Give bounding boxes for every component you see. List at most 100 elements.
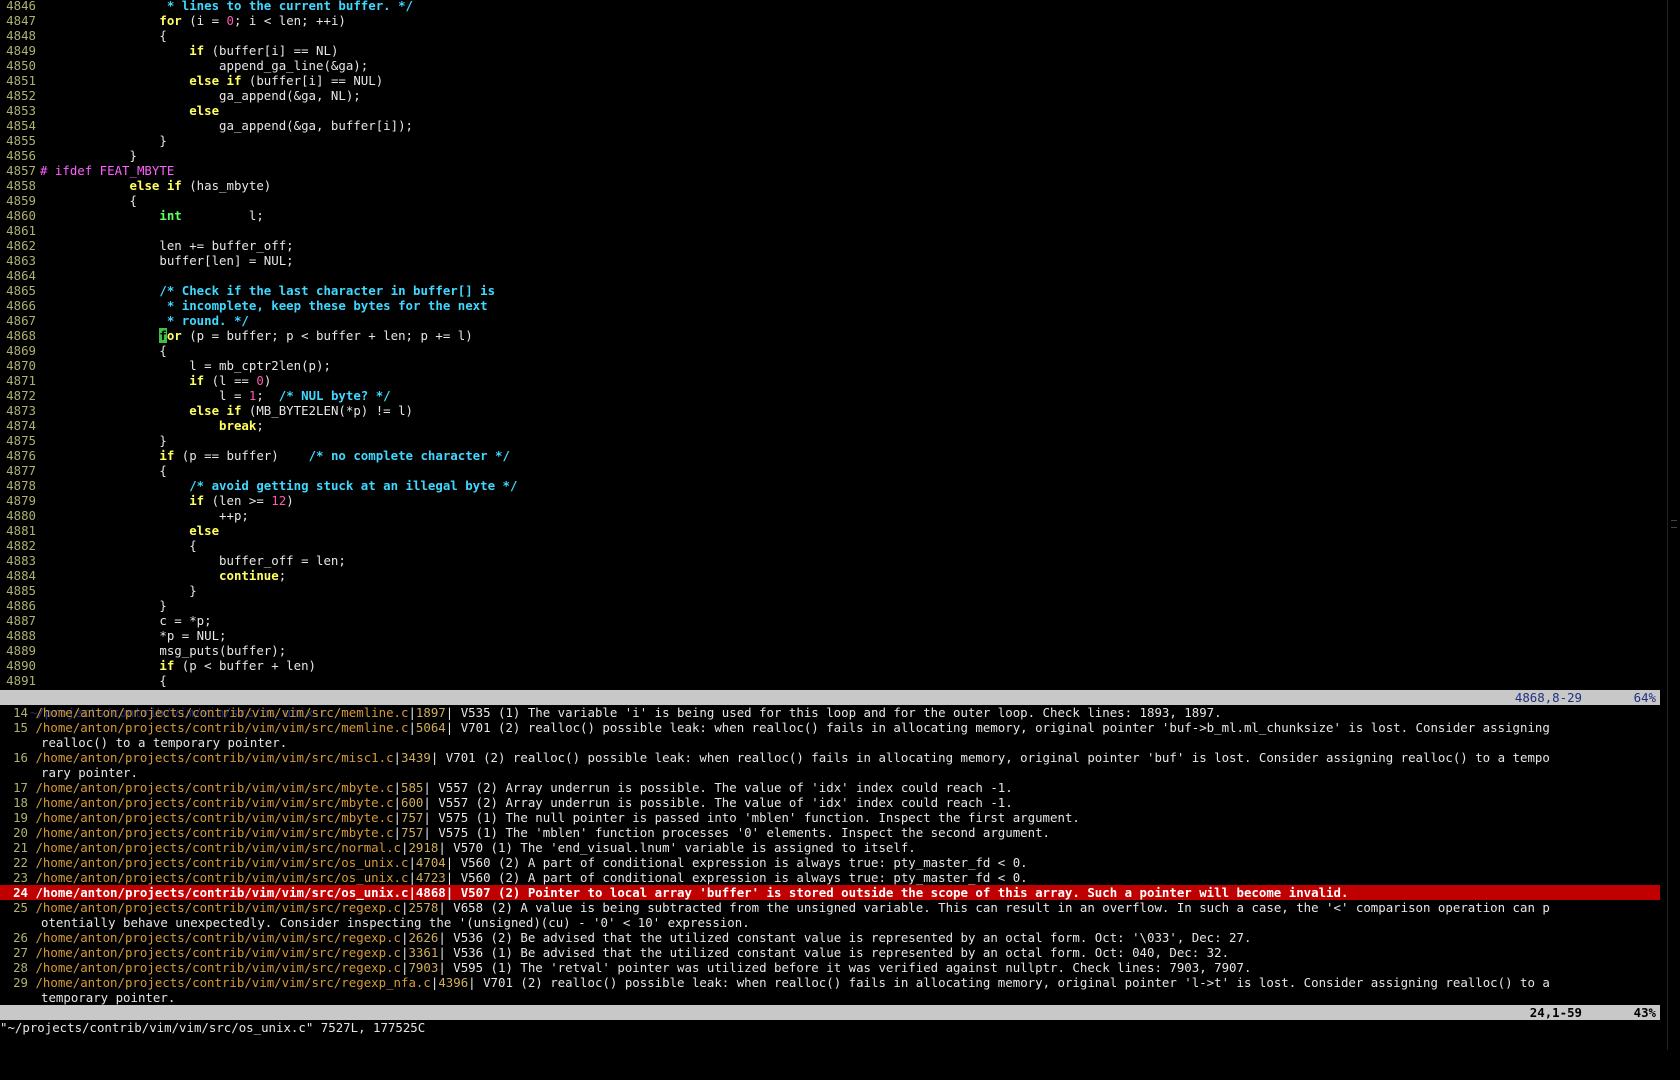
line-number: 4886 — [6, 598, 36, 613]
code-line[interactable]: 4847 for (i = 0; i < len; ++i) — [0, 13, 346, 28]
quickfix-item[interactable]: 20 /home/anton/projects/contrib/vim/vim/… — [0, 825, 1660, 840]
quickfix-file-path[interactable]: /home/anton/projects/contrib/vim/vim/src… — [28, 795, 393, 810]
code-line[interactable]: 4860 int l; — [0, 208, 264, 223]
code-line[interactable]: 4873 else if (MB_BYTE2LEN(*p) != l) — [0, 403, 413, 418]
quickfix-item[interactable]: 21 /home/anton/projects/contrib/vim/vim/… — [0, 840, 1660, 855]
code-line[interactable]: 4863 buffer[len] = NUL; — [0, 253, 293, 268]
quickfix-file-path[interactable]: /home/anton/projects/contrib/vim/vim/src… — [28, 900, 401, 915]
code-line[interactable]: 4888 *p = NUL; — [0, 628, 226, 643]
scrollbar-grip-icon[interactable] — [1671, 520, 1677, 528]
quickfix-file-path[interactable]: /home/anton/projects/contrib/vim/vim/src… — [28, 945, 401, 960]
code-text: else — [189, 523, 220, 538]
code-line[interactable]: 4881 else — [0, 523, 219, 538]
code-line[interactable]: 4848 { — [0, 28, 167, 43]
quickfix-file-path[interactable]: /home/anton/projects/contrib/vim/vim/src… — [28, 840, 401, 855]
code-line[interactable]: 4869 { — [0, 343, 167, 358]
quickfix-file-path[interactable]: /home/anton/projects/contrib/vim/vim/src… — [28, 705, 408, 720]
quickfix-line-ref: 600 — [401, 795, 424, 810]
code-line[interactable]: 4852 ga_append(&ga, NL); — [0, 88, 361, 103]
line-number: 4875 — [6, 433, 36, 448]
quickfix-item-selected[interactable]: 24 /home/anton/projects/contrib/vim/vim/… — [0, 885, 1660, 900]
quickfix-index: 25 — [13, 900, 28, 915]
quickfix-status-line: [Список быстрых исправлений] :cfile /hom… — [0, 1005, 1660, 1035]
code-line[interactable]: 4889 msg_puts(buffer); — [0, 643, 286, 658]
code-line[interactable]: 4886 } — [0, 598, 167, 613]
code-line[interactable]: 4858 else if (has_mbyte) — [0, 178, 271, 193]
code-line[interactable]: 4884 continue; — [0, 568, 286, 583]
window-scrollbar[interactable] — [1667, 0, 1680, 1050]
quickfix-message-continuation: temporary pointer. — [41, 990, 176, 1005]
separator: | — [438, 900, 446, 915]
code-text: /* avoid getting stuck at an illegal byt… — [189, 478, 518, 493]
quickfix-file-path[interactable]: /home/anton/projects/contrib/vim/vim/src… — [28, 720, 408, 735]
code-line[interactable]: 4853 else — [0, 103, 219, 118]
code-line[interactable]: 4870 l = mb_cptr2len(p); — [0, 358, 331, 373]
code-line[interactable]: 4857 # ifdef FEAT_MBYTE — [0, 163, 174, 178]
code-line[interactable]: 4861 — [0, 223, 40, 238]
separator: | — [393, 810, 401, 825]
code-line[interactable]: 4872 l = 1; /* NUL byte? */ — [0, 388, 390, 403]
quickfix-message: V658 (2) A value is being subtracted fro… — [445, 900, 1550, 915]
code-line[interactable]: 4875 } — [0, 433, 167, 448]
code-pane-status-line: ~/projects/contrib/vim/vim/src/os_unix.c… — [0, 690, 1660, 720]
quickfix-item[interactable]: 26 /home/anton/projects/contrib/vim/vim/… — [0, 930, 1660, 945]
quickfix-item[interactable]: 29 /home/anton/projects/contrib/vim/vim/… — [0, 975, 1660, 990]
quickfix-item[interactable]: 16 /home/anton/projects/contrib/vim/vim/… — [0, 750, 1660, 765]
quickfix-item[interactable]: 14 /home/anton/projects/contrib/vim/vim/… — [0, 705, 1660, 720]
code-line[interactable]: 4854 ga_append(&ga, buffer[i]); — [0, 118, 413, 133]
code-line[interactable]: 4885 } — [0, 583, 197, 598]
code-line[interactable]: 4856 } — [0, 148, 137, 163]
quickfix-file-path[interactable]: /home/anton/projects/contrib/vim/vim/src… — [28, 825, 393, 840]
line-number: 4865 — [6, 283, 36, 298]
code-line[interactable]: 4866 * incomplete, keep these bytes for … — [0, 298, 487, 313]
code-line[interactable]: 4880 ++p; — [0, 508, 249, 523]
quickfix-file-path[interactable]: /home/anton/projects/contrib/vim/vim/src… — [28, 930, 401, 945]
code-line[interactable]: 4850 append_ga_line(&ga); — [0, 58, 368, 73]
code-line[interactable]: 4859 { — [0, 193, 137, 208]
code-line[interactable]: 4868 for (p = buffer; p < buffer + len; … — [0, 328, 473, 343]
code-line[interactable]: 4851 else if (buffer[i] == NUL) — [0, 73, 383, 88]
code-line[interactable]: 4846 * lines to the current buffer. */ — [0, 0, 413, 13]
vim-editor-window[interactable]: 4846 * lines to the current buffer. */48… — [0, 0, 1660, 1050]
quickfix-item[interactable]: 15 /home/anton/projects/contrib/vim/vim/… — [0, 720, 1660, 735]
quickfix-file-path[interactable]: /home/anton/projects/contrib/vim/vim/src… — [28, 870, 408, 885]
code-line[interactable]: 4887 c = *p; — [0, 613, 211, 628]
code-line[interactable]: 4890 if (p < buffer + len) — [0, 658, 316, 673]
quickfix-file-path[interactable]: /home/anton/projects/contrib/vim/vim/src… — [28, 855, 408, 870]
line-number: 4880 — [6, 508, 36, 523]
quickfix-file-path[interactable]: /home/anton/projects/contrib/vim/vim/src… — [28, 780, 393, 795]
code-line[interactable]: 4871 if (l == 0) — [0, 373, 271, 388]
code-line[interactable]: 4874 break; — [0, 418, 264, 433]
separator: | — [438, 840, 446, 855]
quickfix-index: 16 — [13, 750, 28, 765]
quickfix-item[interactable]: 22 /home/anton/projects/contrib/vim/vim/… — [0, 855, 1660, 870]
quickfix-item[interactable]: 27 /home/anton/projects/contrib/vim/vim/… — [0, 945, 1660, 960]
quickfix-file-path[interactable]: /home/anton/projects/contrib/vim/vim/src… — [28, 810, 393, 825]
quickfix-item[interactable]: 25 /home/anton/projects/contrib/vim/vim/… — [0, 900, 1660, 915]
code-line[interactable]: 4882 { — [0, 538, 197, 553]
code-line[interactable]: 4849 if (buffer[i] == NL) — [0, 43, 338, 58]
line-number: 4872 — [6, 388, 36, 403]
quickfix-item[interactable]: 19 /home/anton/projects/contrib/vim/vim/… — [0, 810, 1660, 825]
code-line[interactable]: 4862 len += buffer_off; — [0, 238, 293, 253]
code-line[interactable]: 4855 } — [0, 133, 167, 148]
code-line[interactable]: 4878 /* avoid getting stuck at an illega… — [0, 478, 517, 493]
quickfix-item[interactable]: 23 /home/anton/projects/contrib/vim/vim/… — [0, 870, 1660, 885]
code-line[interactable]: 4867 * round. */ — [0, 313, 249, 328]
line-number: 4882 — [6, 538, 36, 553]
code-line[interactable]: 4891 { — [0, 673, 167, 688]
code-text: continue; — [219, 568, 287, 583]
quickfix-item[interactable]: 17 /home/anton/projects/contrib/vim/vim/… — [0, 780, 1660, 795]
quickfix-item[interactable]: 28 /home/anton/projects/contrib/vim/vim/… — [0, 960, 1660, 975]
quickfix-file-path[interactable]: /home/anton/projects/contrib/vim/vim/src… — [28, 750, 393, 765]
quickfix-file-path[interactable]: /home/anton/projects/contrib/vim/vim/src… — [28, 960, 401, 975]
quickfix-file-path[interactable]: /home/anton/projects/contrib/vim/vim/src… — [28, 975, 430, 990]
code-line[interactable]: 4883 buffer_off = len; — [0, 553, 346, 568]
code-line[interactable]: 4865 /* Check if the last character in b… — [0, 283, 495, 298]
code-line[interactable]: 4864 — [0, 268, 40, 283]
code-line[interactable]: 4879 if (len >= 12) — [0, 493, 294, 508]
code-line[interactable]: 4877 { — [0, 463, 167, 478]
quickfix-file-path[interactable]: /home/anton/projects/contrib/vim/vim/src… — [28, 885, 408, 900]
code-line[interactable]: 4876 if (p == buffer) /* no complete cha… — [0, 448, 510, 463]
quickfix-item[interactable]: 18 /home/anton/projects/contrib/vim/vim/… — [0, 795, 1660, 810]
